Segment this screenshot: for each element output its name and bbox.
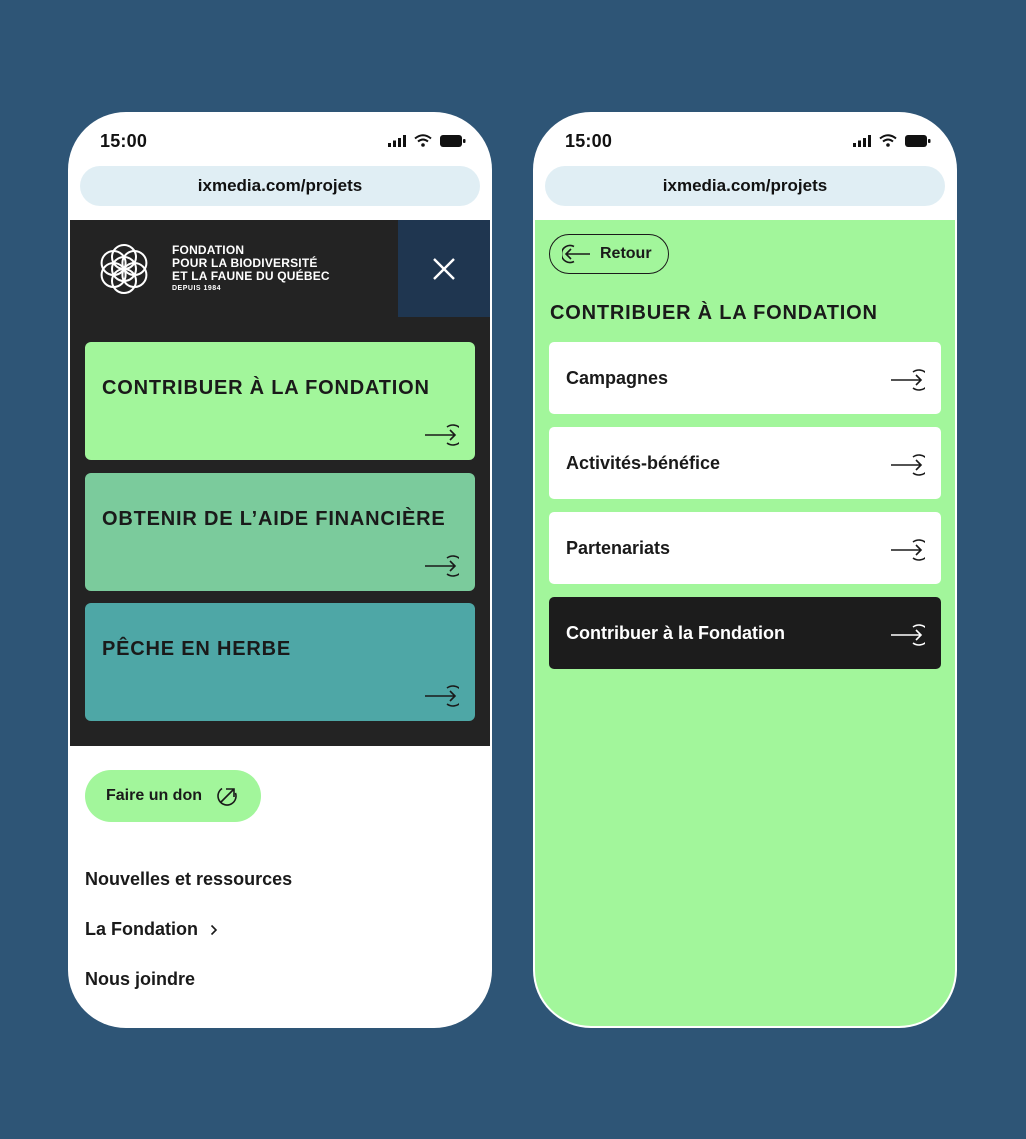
- screen: FONDATION POUR LA BIODIVERSITÉ ET LA FAU…: [70, 220, 490, 1026]
- flower-of-life-icon: [100, 244, 148, 294]
- battery-icon: [440, 134, 466, 147]
- card-contribuer[interactable]: CONTRIBUER À LA FONDATION: [85, 342, 475, 460]
- arrow-right-icon: [891, 369, 925, 391]
- item-label: Partenariats: [566, 538, 671, 558]
- url-bar[interactable]: ixmedia.com/projets: [545, 166, 945, 206]
- status-bar: 15:00: [68, 112, 492, 168]
- arrow-right-icon: [891, 539, 925, 561]
- card-label: PÊCHE EN HERBE: [102, 638, 292, 660]
- donate-button[interactable]: Faire un don: [85, 770, 261, 822]
- status-icons: [388, 134, 466, 147]
- back-button[interactable]: Retour: [549, 234, 669, 274]
- phone-main-menu: 15:00 ixmedia.com/projets FONDATION POUR…: [68, 112, 492, 1028]
- submenu-item-activites[interactable]: Activités-bénéfice: [549, 427, 941, 499]
- battery-icon: [905, 134, 931, 147]
- link-nous-joindre[interactable]: Nous joindre: [85, 969, 195, 990]
- arrow-right-icon: [425, 555, 459, 577]
- card-label: CONTRIBUER À LA FONDATION: [102, 377, 430, 399]
- status-bar: 15:00: [533, 112, 957, 168]
- arrow-right-icon: [891, 454, 925, 476]
- submenu-item-partenariats[interactable]: Partenariats: [549, 512, 941, 584]
- menu-panel: FONDATION POUR LA BIODIVERSITÉ ET LA FAU…: [70, 220, 490, 746]
- item-label: Campagnes: [566, 368, 669, 388]
- screen: Retour CONTRIBUER À LA FONDATION Campagn…: [535, 220, 955, 1026]
- status-icons: [853, 134, 931, 147]
- wifi-icon: [414, 134, 432, 147]
- signal-icon: [388, 134, 406, 147]
- foundation-logo[interactable]: FONDATION POUR LA BIODIVERSITÉ ET LA FAU…: [92, 236, 392, 302]
- logo-line-4: DEPUIS 1984: [172, 284, 222, 292]
- logo-line-3: ET LA FAUNE DU QUÉBEC: [172, 268, 330, 283]
- arrow-right-icon: [425, 685, 459, 707]
- logo-line-1: FONDATION: [172, 242, 245, 257]
- link-nouvelles[interactable]: Nouvelles et ressources: [85, 869, 292, 890]
- phone-submenu: 15:00 ixmedia.com/projets Retour CONTRIB…: [533, 112, 957, 1028]
- arrow-right-icon: [425, 424, 459, 446]
- logo-text: FONDATION POUR LA BIODIVERSITÉ ET LA FAU…: [172, 242, 330, 295]
- secondary-menu: Faire un don Nouvelles et ressources La …: [70, 746, 490, 1026]
- item-label: Activités-bénéfice: [566, 453, 721, 473]
- card-aide-financiere[interactable]: OBTENIR DE L’AIDE FINANCIÈRE: [85, 473, 475, 591]
- section-title: CONTRIBUER À LA FONDATION: [550, 302, 878, 324]
- link-la-fondation[interactable]: La Fondation: [85, 919, 218, 940]
- chevron-right-icon: [210, 924, 218, 935]
- item-label: Contribuer à la Fondation: [566, 623, 785, 643]
- arrow-right-icon: [891, 624, 925, 646]
- status-time: 15:00: [100, 131, 148, 151]
- submenu-item-campagnes[interactable]: Campagnes: [549, 342, 941, 414]
- logo-line-2: POUR LA BIODIVERSITÉ: [172, 255, 318, 270]
- card-peche-en-herbe[interactable]: PÊCHE EN HERBE: [85, 603, 475, 721]
- arrow-left-icon: [562, 244, 590, 264]
- signal-icon: [853, 134, 871, 147]
- link-label: La Fondation: [85, 919, 198, 939]
- back-label: Retour: [600, 245, 652, 262]
- wifi-icon: [879, 134, 897, 147]
- close-icon: [433, 257, 455, 280]
- donate-label: Faire un don: [106, 787, 202, 804]
- arrow-up-right-icon: [217, 786, 237, 806]
- status-time: 15:00: [565, 131, 613, 151]
- close-menu-button[interactable]: [398, 220, 490, 317]
- link-label: Nous joindre: [85, 969, 196, 989]
- link-label: Nouvelles et ressources: [85, 869, 293, 889]
- submenu-item-contribuer[interactable]: Contribuer à la Fondation: [549, 597, 941, 669]
- url-bar[interactable]: ixmedia.com/projets: [80, 166, 480, 206]
- card-label: OBTENIR DE L’AIDE FINANCIÈRE: [102, 508, 446, 530]
